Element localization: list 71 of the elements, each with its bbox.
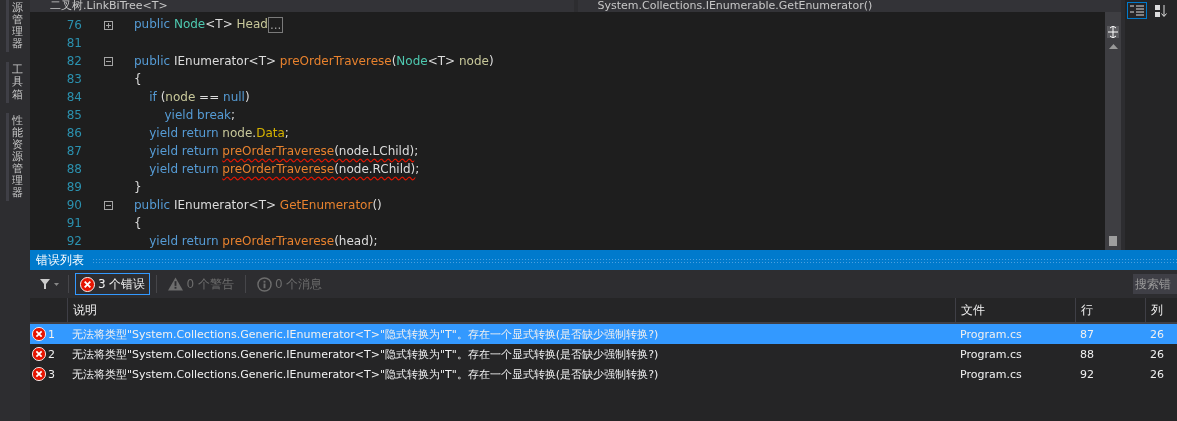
line-number: 87: [65, 144, 82, 158]
collapse-icon[interactable]: [103, 56, 113, 66]
code-line: yield return preOrderTraverese(head);: [148, 234, 378, 248]
type-dropdown[interactable]: 二叉树.LinkBiTree<T>: [30, 0, 574, 12]
line-number: 88: [65, 162, 82, 176]
code-line: {: [134, 72, 142, 86]
line-number: 85: [65, 108, 82, 122]
warning-icon: [168, 277, 184, 291]
table-cell-text: 26: [1149, 327, 1165, 341]
search-field[interactable]: 搜索错: [1133, 274, 1177, 294]
table-cell-text: Program.cs: [959, 327, 1023, 341]
error-icon: [80, 276, 95, 292]
error-icon: [32, 367, 46, 381]
error-row[interactable]: 3 无法将类型"System.Collections.Generic.IEnumerator<T>"隐式转换为"T"。存在一个显式转换(是否缺少强制转换?) Program.cs 92 26: [30, 364, 1177, 384]
row-index: 2: [48, 347, 55, 361]
panel-title: 错误列表: [36, 251, 84, 269]
table-cell-text: 26: [1149, 347, 1165, 361]
scroll-up-icon[interactable]: [1108, 44, 1118, 49]
list-icon: [1130, 4, 1144, 17]
error-row[interactable]: 2 无法将类型"System.Collections.Generic.IEnumerator<T>"隐式转换为"T"。存在一个显式转换(是否缺少强制转换?) Program.cs 88 26: [30, 344, 1177, 364]
member-dropdown[interactable]: System.Collections.IEnumerable.GetEnumerator(): [577, 0, 1121, 12]
line-number: 81: [65, 36, 82, 50]
column-header[interactable]: 列: [1145, 298, 1177, 322]
table-cell-text: 无法将类型"System.Collections.Generic.IEnumerator<T>"隐式转换为"T"。存在一个显式转换(是否缺少强制转换?): [71, 326, 660, 342]
collapse-icon[interactable]: [103, 200, 113, 210]
scrollbar-thumb[interactable]: [1109, 236, 1117, 246]
column-header[interactable]: 行: [1075, 298, 1145, 322]
code-line: yield return preOrderTraverese(node.LChild);: [148, 144, 419, 158]
error-icon: [32, 347, 46, 361]
line-number: 83: [65, 72, 82, 86]
filter-icon: [40, 279, 60, 289]
sort-icon: [1154, 3, 1168, 18]
code-line: public Node<T> Head ...: [134, 17, 284, 33]
filter-button[interactable]: [38, 277, 62, 291]
line-number: 92: [65, 234, 82, 248]
side-tab[interactable]: 源管理器: [6, 0, 28, 53]
table-cell-text: 无法将类型"System.Collections.Generic.IEnumerator<T>"隐式转换为"T"。存在一个显式转换(是否缺少强制转换?): [71, 346, 660, 362]
column-header[interactable]: 说明: [67, 298, 955, 322]
line-number: 84: [65, 90, 82, 104]
code-line: if (node == null): [148, 90, 250, 104]
column-header[interactable]: 文件: [955, 298, 1075, 322]
code-line: yield return preOrderTraverese(node.RChild);: [148, 162, 420, 176]
info-icon: [256, 276, 272, 292]
table-cell-text: Program.cs: [959, 347, 1023, 361]
row-index: 3: [48, 367, 55, 381]
side-tab[interactable]: 性能资源管理器: [6, 112, 28, 202]
table-cell-text: 26: [1149, 367, 1165, 381]
table-cell-text: 无法将类型"System.Collections.Generic.IEnumerator<T>"隐式转换为"T"。存在一个显式转换(是否缺少强制转换?): [71, 366, 660, 382]
line-number: 86: [65, 126, 82, 140]
table-cell-text: Program.cs: [959, 367, 1023, 381]
side-tab[interactable]: 工具箱: [6, 62, 28, 103]
code-line: public IEnumerator<T> preOrderTraverese(Node<T> node): [134, 54, 494, 68]
line-number: 90: [65, 198, 82, 212]
line-number: 82: [65, 54, 82, 68]
row-index: 1: [48, 327, 55, 341]
expand-icon[interactable]: [103, 20, 113, 30]
code-line: yield break;: [163, 108, 236, 122]
split-handle-icon[interactable]: [1107, 26, 1119, 38]
code-line: }: [134, 180, 142, 194]
line-number: 91: [65, 216, 82, 230]
table-cell-text: 92: [1079, 367, 1095, 381]
filter-toggle[interactable]: 3 个错误: [75, 273, 151, 295]
table-cell-text: 87: [1079, 327, 1095, 341]
line-number: 89: [65, 180, 82, 194]
table-cell-text: 88: [1079, 347, 1095, 361]
error-icon: [32, 327, 46, 341]
code-line: {: [134, 216, 142, 230]
line-number: 76: [65, 18, 82, 32]
code-line: yield return node.Data;: [148, 126, 289, 140]
code-line: public IEnumerator<T> GetEnumerator(): [134, 198, 382, 212]
categorized-view-button[interactable]: [1127, 2, 1147, 19]
